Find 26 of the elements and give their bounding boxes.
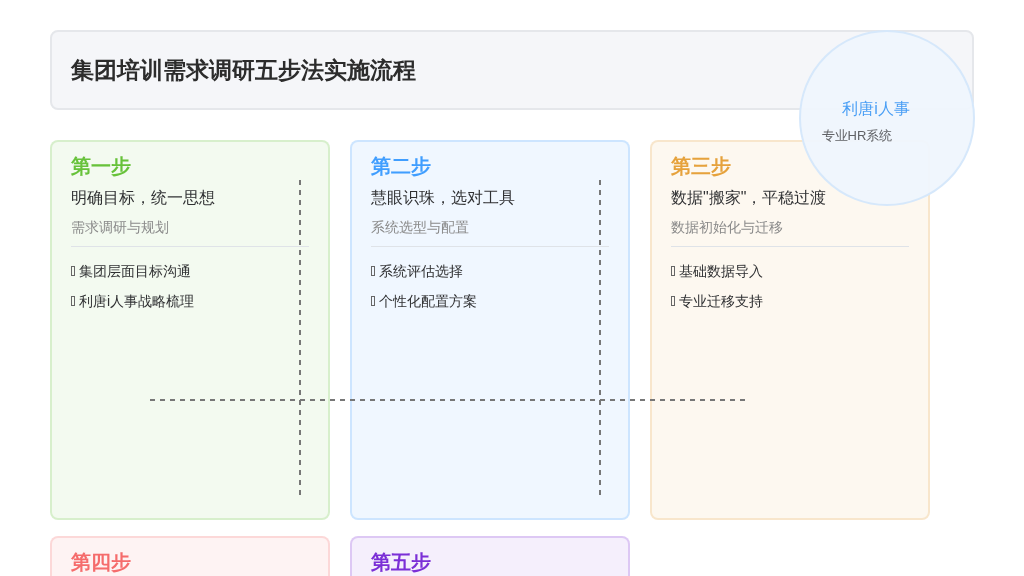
- step-item: 专业迁移支持: [679, 291, 763, 311]
- step-label: 第二步: [371, 154, 432, 178]
- brand-caption: 专业HR系统: [821, 127, 893, 146]
- brand-name: 利唐i人事: [842, 99, 910, 120]
- box-icon: [71, 296, 75, 306]
- step-item: 基础数据导入: [679, 261, 763, 281]
- step-description: 需求调研与规划: [71, 218, 170, 237]
- step-label: 第四步: [71, 550, 132, 574]
- box-icon: [371, 296, 375, 306]
- step-item: 利唐i人事战略梳理: [79, 291, 195, 311]
- step-label: 第三步: [671, 154, 732, 178]
- box-icon: [371, 266, 375, 276]
- step-heading: 慧眼识珠，选对工具: [371, 188, 516, 208]
- step-label: 第一步: [71, 154, 132, 178]
- step-item: 个性化配置方案: [379, 291, 477, 311]
- step-description: 数据初始化与迁移: [671, 218, 784, 237]
- box-icon: [71, 266, 75, 276]
- step-label: 第五步: [371, 550, 432, 574]
- step-item: 集团层面目标沟通: [79, 261, 191, 281]
- box-icon: [671, 266, 675, 276]
- step-description: 系统选型与配置: [371, 218, 470, 237]
- box-icon: [671, 296, 675, 306]
- page-title: 集团培训需求调研五步法实施流程: [71, 55, 416, 85]
- step-item: 系统评估选择: [379, 261, 463, 281]
- step-heading: 明确目标，统一思想: [71, 188, 216, 208]
- step-heading: 数据"搬家"，平稳过渡: [671, 188, 828, 208]
